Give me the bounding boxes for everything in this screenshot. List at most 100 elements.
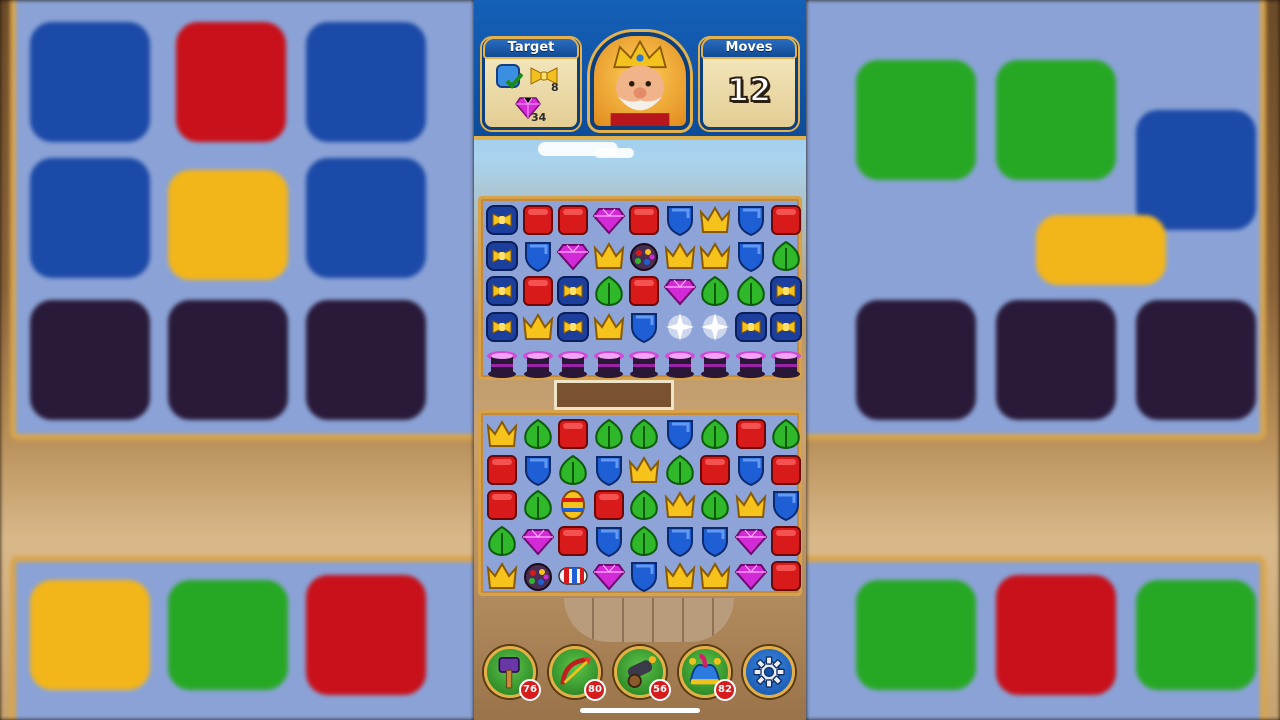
target-panel: Target 8 34 [482,37,580,130]
tile-red[interactable] [626,202,662,238]
tile-red[interactable] [768,452,804,488]
tile-shield[interactable] [768,487,804,523]
tile-box[interactable] [484,273,520,309]
tile-leaf[interactable] [555,452,591,488]
tile-crown[interactable] [591,238,627,274]
tile-sparkle[interactable] [697,309,733,345]
tile-box[interactable] [768,273,804,309]
tile-box[interactable] [555,309,591,345]
tile-shield[interactable] [520,452,556,488]
tile-crown[interactable] [484,416,520,452]
tile-crown[interactable] [591,309,627,345]
tile-leaf[interactable] [697,487,733,523]
tile-gem[interactable] [555,238,591,274]
tile-box[interactable] [484,202,520,238]
tile-shield[interactable] [733,238,769,274]
tile-leaf[interactable] [626,523,662,559]
tile-hat[interactable] [520,344,556,380]
tile-shield[interactable] [733,202,769,238]
tile-bomb[interactable] [520,558,556,594]
tile-hat[interactable] [591,344,627,380]
tile-shield[interactable] [626,558,662,594]
tile-leaf[interactable] [591,273,627,309]
tile-leaf[interactable] [591,416,627,452]
tile-box[interactable] [733,309,769,345]
tile-leaf[interactable] [733,273,769,309]
rocket-icon [558,567,588,585]
tile-shield[interactable] [662,202,698,238]
tile-leaf[interactable] [768,238,804,274]
tile-sparkle[interactable] [662,309,698,345]
tile-gem[interactable] [591,558,627,594]
tile-crown[interactable] [662,238,698,274]
tile-red[interactable] [733,416,769,452]
tile-box[interactable] [484,238,520,274]
tile-red[interactable] [555,523,591,559]
home-indicator[interactable] [580,708,700,713]
bg-tile [176,22,286,142]
tile-shield[interactable] [591,452,627,488]
tile-leaf[interactable] [697,273,733,309]
tile-hat[interactable] [768,344,804,380]
tile-red[interactable] [591,487,627,523]
tile-red[interactable] [484,452,520,488]
cannon-booster-button[interactable]: 56 [614,646,671,701]
tile-leaf[interactable] [662,452,698,488]
tile-red[interactable] [768,523,804,559]
tile-gem[interactable] [591,202,627,238]
tile-box[interactable] [768,309,804,345]
tile-shield[interactable] [662,523,698,559]
tile-red[interactable] [768,202,804,238]
tile-box[interactable] [555,273,591,309]
tile-egg[interactable] [555,487,591,523]
tile-red[interactable] [768,558,804,594]
tile-leaf[interactable] [626,416,662,452]
tile-crown[interactable] [697,202,733,238]
tile-crown[interactable] [484,558,520,594]
tile-hat[interactable] [733,344,769,380]
tile-crown[interactable] [662,558,698,594]
tile-box[interactable] [484,309,520,345]
tile-hat[interactable] [662,344,698,380]
tile-leaf[interactable] [697,416,733,452]
tile-leaf[interactable] [520,487,556,523]
hammer-booster-button[interactable]: 76 [484,646,541,701]
tile-shield[interactable] [662,416,698,452]
tile-red[interactable] [697,452,733,488]
tile-crown[interactable] [697,238,733,274]
tile-crown[interactable] [733,487,769,523]
tile-hat[interactable] [484,344,520,380]
tile-rocket[interactable] [555,558,591,594]
settings-button[interactable] [743,646,795,698]
tile-hat[interactable] [626,344,662,380]
tile-hat[interactable] [555,344,591,380]
tile-crown[interactable] [626,452,662,488]
arrow-booster-button[interactable]: 80 [549,646,606,701]
tile-red[interactable] [484,487,520,523]
tile-leaf[interactable] [626,487,662,523]
tile-red[interactable] [555,202,591,238]
tile-red[interactable] [555,416,591,452]
tile-leaf[interactable] [484,523,520,559]
tile-gem[interactable] [733,558,769,594]
tile-crown[interactable] [520,309,556,345]
tile-crown[interactable] [662,487,698,523]
tile-bomb[interactable] [626,238,662,274]
tile-red[interactable] [520,202,556,238]
hat-icon [593,351,624,378]
tile-crown[interactable] [697,558,733,594]
tile-shield[interactable] [733,452,769,488]
tile-leaf[interactable] [520,416,556,452]
tile-shield[interactable] [520,238,556,274]
tile-gem[interactable] [733,523,769,559]
jester-hat-booster-button[interactable]: 82 [679,646,736,701]
tile-leaf[interactable] [768,416,804,452]
tile-shield[interactable] [697,523,733,559]
tile-gem[interactable] [520,523,556,559]
tile-red[interactable] [626,273,662,309]
tile-hat[interactable] [697,344,733,380]
tile-shield[interactable] [591,523,627,559]
tile-shield[interactable] [626,309,662,345]
tile-gem[interactable] [662,273,698,309]
tile-red[interactable] [520,273,556,309]
